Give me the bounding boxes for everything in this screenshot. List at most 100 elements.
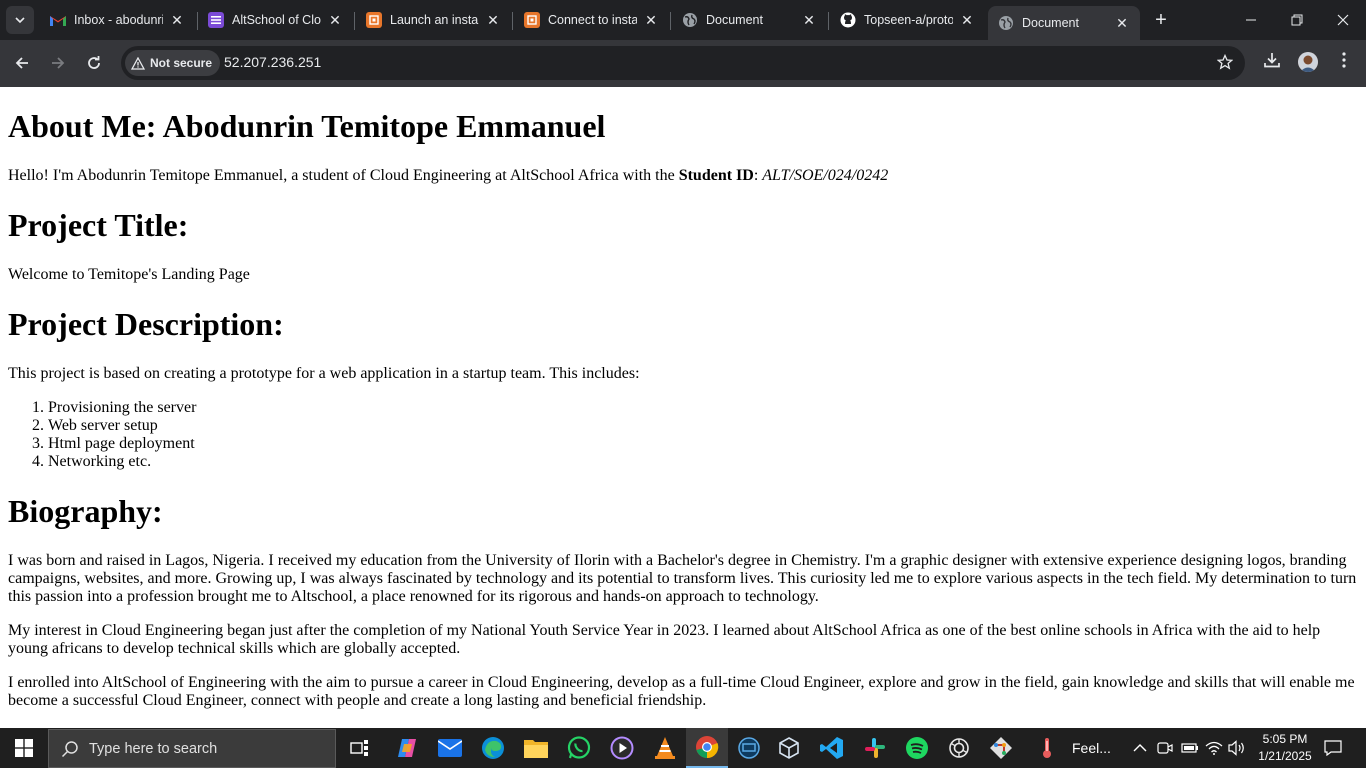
task-view-button[interactable]	[339, 728, 381, 768]
project-description-text: This project is based on creating a prot…	[8, 365, 640, 382]
task-view-icon	[350, 740, 368, 756]
tab-title: Document	[1022, 16, 1079, 30]
intro-paragraph: Hello! I'm Abodunrin Temitope Emmanuel, …	[8, 167, 1358, 185]
virtualbox-app[interactable]	[768, 728, 810, 768]
tab-gmail[interactable]: Inbox - abodunrin ✕	[40, 4, 195, 36]
volume-icon[interactable]	[1228, 728, 1246, 768]
close-window-button[interactable]	[1320, 0, 1366, 40]
tab-divider	[828, 12, 829, 30]
edge-app[interactable]	[472, 728, 514, 768]
biography-heading: Biography:	[8, 493, 163, 529]
cube-icon	[779, 737, 799, 759]
tab-search-button[interactable]	[6, 6, 34, 34]
system-clock[interactable]: 5:05 PM 1/21/2025	[1250, 731, 1320, 765]
git-app[interactable]	[980, 728, 1022, 768]
list-item: Provisioning the server	[48, 399, 1358, 417]
warning-icon	[131, 56, 145, 70]
close-icon[interactable]: ✕	[643, 12, 659, 28]
remote-desktop-icon	[738, 737, 760, 759]
intro-text: Hello! I'm Abodunrin Temitope Emmanuel, …	[8, 167, 679, 184]
tab-document-1[interactable]: Document ✕	[672, 4, 827, 36]
weather-text: Feel...	[1072, 740, 1111, 756]
forward-button[interactable]	[44, 49, 72, 77]
start-button[interactable]	[0, 728, 48, 768]
tab-document-active[interactable]: Document ✕	[988, 6, 1140, 40]
remote-desktop-app[interactable]	[728, 728, 770, 768]
biography-paragraph: I enrolled into AltSchool of Engineering…	[8, 674, 1355, 709]
tab-altschool[interactable]: AltSchool of Cloud ✕	[198, 4, 353, 36]
about-heading: About Me: Abodunrin Temitope Emmanuel	[8, 108, 606, 144]
list-item: Html page deployment	[48, 435, 1358, 453]
taskbar-search[interactable]: Type here to search	[48, 729, 336, 768]
vlc-app[interactable]	[644, 728, 686, 768]
battery-icon[interactable]	[1181, 728, 1199, 768]
address-bar[interactable]: Not secure 52.207.236.251	[121, 46, 1245, 80]
tab-divider	[670, 12, 671, 30]
arrow-right-icon	[52, 57, 65, 69]
restore-button[interactable]	[1274, 0, 1320, 40]
whatsapp-app[interactable]	[558, 728, 600, 768]
spotify-app[interactable]	[896, 728, 938, 768]
project-title-text: Welcome to Temitope's Landing Page	[8, 266, 250, 283]
close-icon[interactable]: ✕	[959, 12, 975, 28]
search-placeholder: Type here to search	[89, 740, 218, 757]
vlc-cone-icon	[655, 737, 675, 759]
close-icon[interactable]: ✕	[169, 12, 185, 28]
close-icon[interactable]: ✕	[485, 12, 501, 28]
tab-strip: Inbox - abodunrin ✕ AltSchool of Cloud ✕…	[0, 0, 1366, 40]
profile-avatar[interactable]	[1298, 52, 1318, 72]
globe-icon	[682, 12, 698, 28]
tab-github[interactable]: Topseen-a/proto ✕	[830, 4, 985, 36]
url-text[interactable]: 52.207.236.251	[224, 54, 321, 70]
mail-app[interactable]	[429, 728, 471, 768]
download-icon[interactable]	[1263, 51, 1281, 73]
spotify-icon	[906, 737, 928, 759]
media-player-app[interactable]	[601, 728, 643, 768]
list-icon	[208, 12, 224, 28]
tab-title: AltSchool of Cloud	[232, 13, 321, 27]
meet-now-icon[interactable]	[1157, 728, 1173, 768]
project-items-list: Provisioning the server Web server setup…	[8, 399, 1358, 471]
close-icon[interactable]: ✕	[327, 12, 343, 28]
reload-button[interactable]	[80, 49, 108, 77]
back-button[interactable]	[8, 49, 36, 77]
wifi-icon[interactable]	[1205, 728, 1223, 768]
thermometer-icon	[1043, 738, 1051, 758]
close-icon[interactable]: ✕	[1114, 15, 1130, 31]
show-hidden-icons[interactable]	[1133, 728, 1147, 768]
tab-divider	[512, 12, 513, 30]
copilot-icon	[398, 739, 416, 757]
biography-paragraph: My interest in Cloud Engineering began j…	[8, 622, 1321, 657]
chatgpt-app[interactable]	[938, 728, 980, 768]
restore-icon	[1291, 14, 1303, 26]
menu-dots-icon[interactable]	[1337, 51, 1351, 73]
notification-icon	[1324, 740, 1342, 756]
tab-launch-instance[interactable]: Launch an instance ✕	[356, 4, 511, 36]
tab-connect-instance[interactable]: Connect to instance ✕	[514, 4, 669, 36]
play-circle-icon	[610, 736, 634, 760]
folder-icon	[524, 740, 548, 758]
biography-paragraph: I was born and raised in Lagos, Nigeria.…	[8, 552, 1357, 605]
git-icon	[990, 737, 1012, 759]
weather-widget[interactable]: Feel...	[1040, 728, 1111, 768]
whatsapp-icon	[567, 736, 591, 759]
vscode-app[interactable]	[811, 728, 853, 768]
globe-icon	[998, 15, 1014, 31]
close-icon[interactable]: ✕	[801, 12, 817, 28]
arrow-left-icon	[15, 57, 28, 69]
chrome-app[interactable]	[686, 728, 728, 768]
new-tab-button[interactable]: +	[1149, 8, 1173, 32]
minimize-button[interactable]	[1228, 0, 1274, 40]
copilot-app[interactable]	[386, 728, 428, 768]
security-indicator[interactable]: Not secure	[125, 50, 221, 76]
slack-app[interactable]	[854, 728, 896, 768]
notification-center-button[interactable]	[1318, 728, 1348, 768]
clock-date: 1/21/2025	[1258, 749, 1312, 763]
bookmark-star-icon[interactable]	[1216, 53, 1234, 74]
browser-toolbar: Not secure 52.207.236.251	[0, 40, 1366, 87]
windows-logo-icon	[15, 739, 33, 757]
mail-icon	[438, 739, 462, 757]
file-explorer-app[interactable]	[515, 728, 557, 768]
project-description-heading: Project Description:	[8, 306, 284, 342]
tab-divider	[354, 12, 355, 30]
